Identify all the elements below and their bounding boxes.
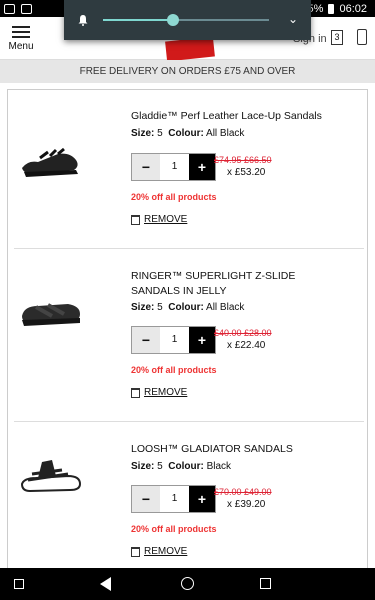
colour-value: All Black bbox=[206, 302, 245, 313]
delivery-banner: FREE DELIVERY ON ORDERS £75 AND OVER bbox=[0, 60, 375, 83]
phone-icon[interactable] bbox=[357, 29, 367, 45]
promo-text: 20% off all products bbox=[131, 365, 217, 375]
product-name[interactable]: RINGER™ SUPERLIGHT Z-SLIDE SANDALS IN JE… bbox=[131, 269, 341, 299]
size-value: 5 bbox=[157, 302, 163, 313]
increase-quantity-button[interactable]: + bbox=[189, 154, 215, 180]
increase-quantity-button[interactable]: + bbox=[189, 486, 215, 512]
gallery-notification-icon bbox=[21, 3, 32, 14]
back-icon[interactable] bbox=[100, 577, 111, 591]
brand-logo[interactable] bbox=[165, 36, 215, 62]
product-spec: Size: 5 Colour: All Black bbox=[131, 128, 244, 139]
colour-label: Colour: bbox=[168, 302, 204, 313]
original-price: £74.95 £66.50 bbox=[214, 155, 272, 165]
hamburger-line bbox=[12, 36, 30, 38]
original-price: £70.00 £49.00 bbox=[214, 487, 272, 497]
remove-label: REMOVE bbox=[144, 546, 188, 557]
item-divider bbox=[14, 421, 364, 422]
discounted-price: x £53.20 bbox=[227, 167, 266, 178]
battery-icon bbox=[328, 3, 335, 14]
original-price: £40.00 £28.00 bbox=[214, 328, 272, 338]
menu-label: Menu bbox=[8, 41, 34, 52]
android-navigation-bar bbox=[0, 568, 375, 600]
hamburger-line bbox=[12, 31, 30, 33]
decrease-quantity-button[interactable]: − bbox=[132, 154, 160, 180]
remove-button[interactable]: REMOVE bbox=[131, 387, 187, 398]
trash-icon bbox=[131, 546, 140, 557]
volume-slider[interactable] bbox=[103, 14, 269, 26]
quantity-value[interactable]: 1 bbox=[160, 327, 189, 353]
size-label: Size: bbox=[131, 302, 155, 313]
quantity-stepper: − 1 + bbox=[131, 485, 216, 513]
bell-icon bbox=[78, 15, 88, 26]
home-icon[interactable] bbox=[181, 577, 194, 590]
remove-button[interactable]: REMOVE bbox=[131, 546, 187, 557]
product-image-ringer[interactable] bbox=[18, 292, 84, 334]
cart-list: Gladdie™ Perf Leather Lace-Up Sandals Si… bbox=[7, 89, 368, 568]
item-divider bbox=[14, 248, 364, 249]
product-image-loosh[interactable] bbox=[18, 454, 84, 496]
volume-fill bbox=[103, 19, 173, 21]
clock: 06:02 bbox=[339, 2, 367, 15]
size-value: 5 bbox=[157, 128, 163, 139]
remove-button[interactable]: REMOVE bbox=[131, 214, 187, 225]
size-value: 5 bbox=[157, 461, 163, 472]
product-name[interactable]: LOOSH™ GLADIATOR SANDALS bbox=[131, 442, 341, 457]
decrease-quantity-button[interactable]: − bbox=[132, 486, 160, 512]
decrease-quantity-button[interactable]: − bbox=[132, 327, 160, 353]
colour-label: Colour: bbox=[168, 461, 204, 472]
volume-thumb[interactable] bbox=[167, 14, 179, 26]
trash-icon bbox=[131, 214, 140, 225]
quantity-stepper: − 1 + bbox=[131, 326, 216, 354]
hamburger-icon bbox=[12, 26, 30, 28]
quantity-value[interactable]: 1 bbox=[160, 486, 189, 512]
volume-panel: ⌄ bbox=[64, 0, 311, 40]
product-spec: Size: 5 Colour: Black bbox=[131, 461, 231, 472]
product-name[interactable]: Gladdie™ Perf Leather Lace-Up Sandals bbox=[131, 109, 341, 124]
menu-button[interactable]: Menu bbox=[6, 23, 36, 52]
size-label: Size: bbox=[131, 461, 155, 472]
colour-label: Colour: bbox=[168, 128, 204, 139]
shopping-bag-icon[interactable]: 3 bbox=[331, 30, 343, 45]
size-label: Size: bbox=[131, 128, 155, 139]
trash-icon bbox=[131, 387, 140, 398]
quantity-value[interactable]: 1 bbox=[160, 154, 189, 180]
increase-quantity-button[interactable]: + bbox=[189, 327, 215, 353]
product-spec: Size: 5 Colour: All Black bbox=[131, 302, 244, 313]
notification-icon bbox=[4, 3, 15, 14]
chevron-down-icon[interactable]: ⌄ bbox=[288, 12, 298, 26]
colour-value: All Black bbox=[206, 128, 245, 139]
discounted-price: x £39.20 bbox=[227, 499, 266, 510]
product-image-gladdie[interactable] bbox=[18, 140, 84, 182]
promo-text: 20% off all products bbox=[131, 524, 217, 534]
recent-apps-icon[interactable] bbox=[260, 578, 271, 589]
quantity-stepper: − 1 + bbox=[131, 153, 216, 181]
keyboard-switch-icon[interactable] bbox=[14, 579, 24, 589]
colour-value: Black bbox=[206, 461, 232, 472]
remove-label: REMOVE bbox=[144, 214, 188, 225]
remove-label: REMOVE bbox=[144, 387, 188, 398]
discounted-price: x £22.40 bbox=[227, 340, 266, 351]
promo-text: 20% off all products bbox=[131, 192, 217, 202]
